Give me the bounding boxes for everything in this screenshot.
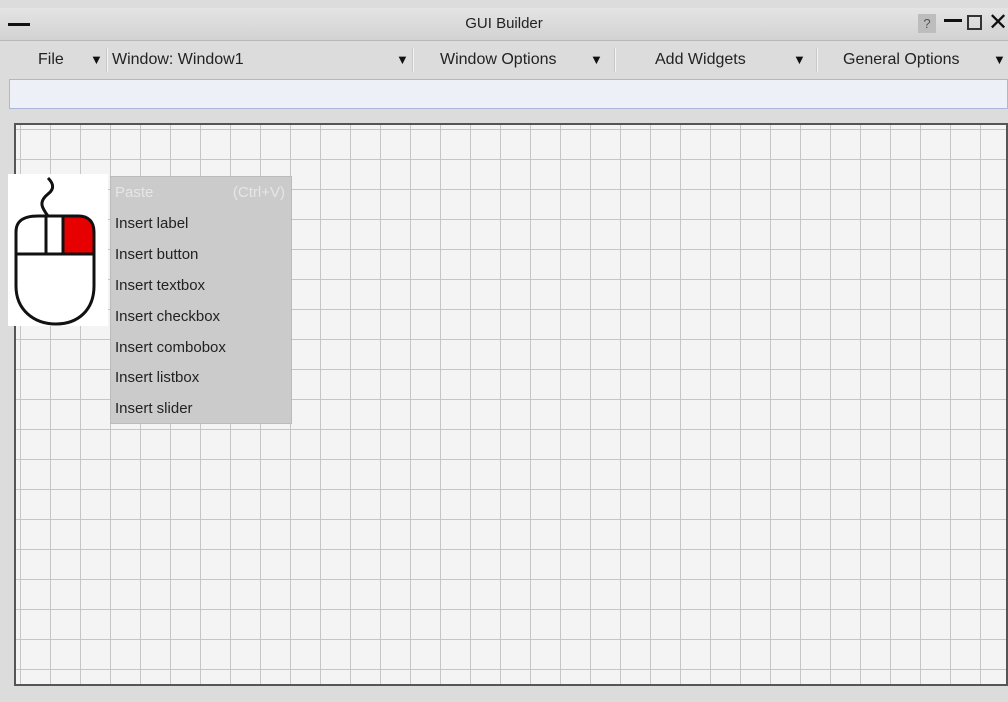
context-item-insert-combobox[interactable]: Insert combobox: [115, 334, 291, 362]
context-item-insert-textbox[interactable]: Insert textbox: [115, 272, 291, 300]
right-mouse-button-icon: [8, 174, 108, 326]
context-item-insert-slider[interactable]: Insert slider: [115, 395, 291, 423]
maximize-button[interactable]: [967, 15, 982, 30]
dropdown-arrow-icon: ▼: [793, 52, 806, 67]
dropdown-arrow-icon: ▼: [396, 52, 409, 67]
context-menu: Paste (Ctrl+V) Insert label Insert butto…: [110, 176, 292, 424]
file-menu-label: File: [38, 51, 64, 68]
file-menu[interactable]: File ▼: [38, 44, 108, 76]
menu-separator: [412, 48, 414, 72]
context-item-insert-checkbox[interactable]: Insert checkbox: [115, 303, 291, 331]
minimize-button[interactable]: [944, 13, 962, 33]
context-item-label: Insert label: [115, 215, 189, 232]
add-widgets-label: Add Widgets: [655, 51, 746, 68]
window-options-menu[interactable]: Window Options ▼: [440, 44, 614, 76]
help-button[interactable]: ?: [918, 14, 936, 33]
context-item-insert-label[interactable]: Insert label: [115, 210, 291, 238]
context-item-label: Insert textbox: [115, 277, 206, 294]
context-item-paste: Paste (Ctrl+V): [115, 179, 291, 207]
context-item-label: Paste: [115, 184, 154, 201]
dropdown-arrow-icon: ▼: [590, 52, 603, 67]
window-select-dropdown[interactable]: Window: Window1 ▼: [112, 44, 412, 76]
window-options-label: Window Options: [440, 51, 557, 68]
context-item-label: Insert checkbox: [115, 308, 221, 325]
context-item-insert-button[interactable]: Insert button: [115, 241, 291, 269]
context-item-label: Insert combobox: [115, 339, 226, 356]
title-bar: GUI Builder ? ✕: [0, 8, 1008, 41]
context-item-label: Insert listbox: [115, 369, 200, 386]
context-item-shortcut: (Ctrl+V): [232, 184, 285, 201]
gui-builder-window: GUI Builder ? ✕ File ▼ Window: Window1 ▼…: [0, 0, 1008, 702]
status-bar: [9, 79, 1008, 109]
dropdown-arrow-icon: ▼: [993, 52, 1006, 67]
menu-bar: File ▼ Window: Window1 ▼ Window Options …: [8, 44, 1008, 76]
menu-separator: [816, 48, 818, 72]
window-title: GUI Builder: [465, 15, 543, 32]
context-item-label: Insert slider: [115, 400, 193, 417]
general-options-menu[interactable]: General Options ▼: [843, 44, 1008, 76]
add-widgets-menu[interactable]: Add Widgets ▼: [655, 44, 815, 76]
context-item-label: Insert button: [115, 246, 199, 263]
menu-separator: [614, 48, 616, 72]
window-select-label: Window: Window1: [112, 51, 244, 68]
menu-separator: [106, 48, 108, 72]
close-button[interactable]: ✕: [988, 10, 1008, 36]
context-item-insert-listbox[interactable]: Insert listbox: [115, 364, 291, 392]
dropdown-arrow-icon: ▼: [90, 52, 103, 67]
general-options-label: General Options: [843, 51, 960, 68]
